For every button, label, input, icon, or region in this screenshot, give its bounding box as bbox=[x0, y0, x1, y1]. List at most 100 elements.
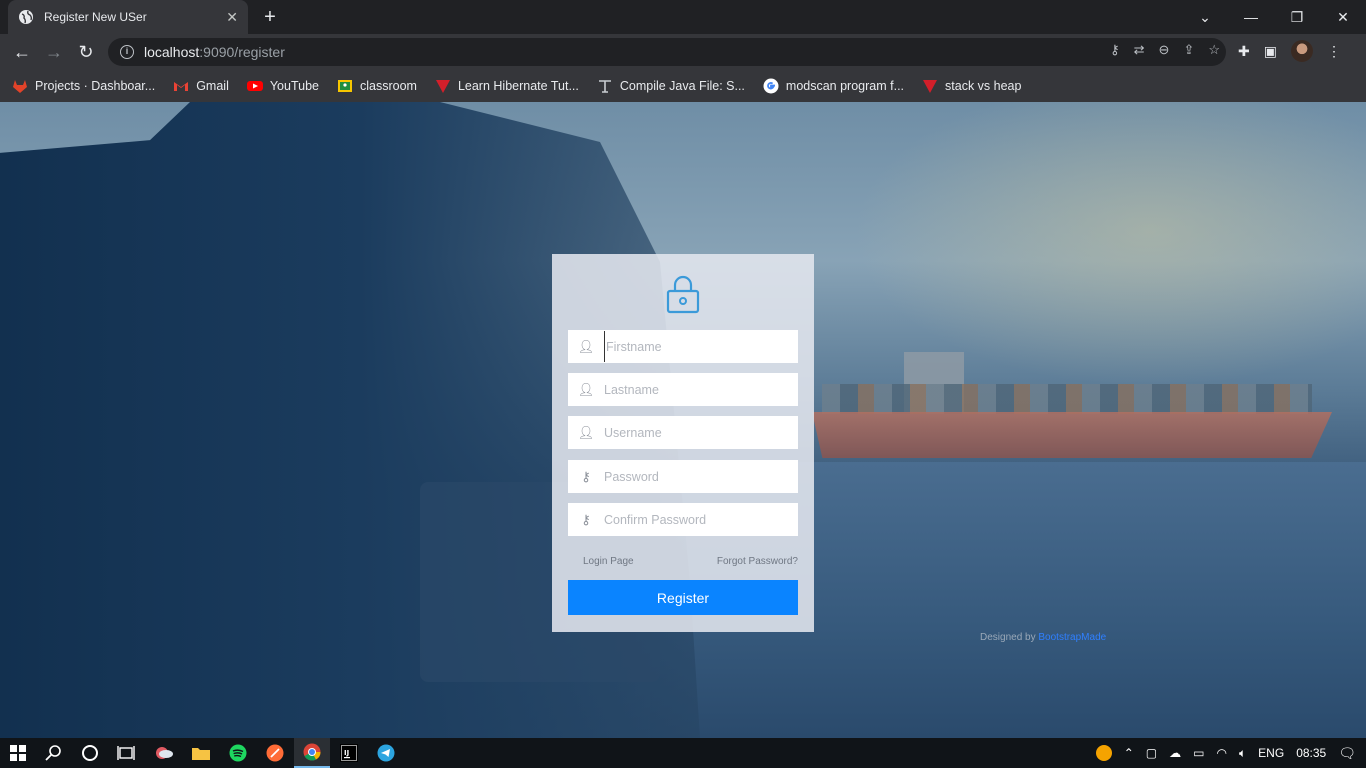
telegram-icon[interactable] bbox=[368, 738, 404, 768]
gitlab-icon bbox=[13, 80, 27, 93]
bookmark-item[interactable]: Compile Java File: S... bbox=[597, 78, 745, 94]
weather-app-icon[interactable] bbox=[146, 738, 182, 768]
confirm-password-field[interactable]: ⚷ bbox=[568, 503, 798, 536]
lock-icon bbox=[666, 275, 700, 314]
chevron-up-icon[interactable]: ⌃ bbox=[1124, 746, 1134, 760]
key-icon: ⚷ bbox=[581, 468, 591, 484]
system-tray: ⌃ ▢ ☁ ▭ ◠ 🔈︎ ENG 08:35 🗨︎ bbox=[1095, 738, 1366, 768]
credits: Designed by BootstrapMade bbox=[980, 632, 1106, 643]
browser-tab[interactable]: Register New USer ✕ bbox=[8, 0, 248, 34]
user-icon: 👤︎ bbox=[577, 424, 595, 440]
globe-icon bbox=[19, 10, 33, 24]
bookmark-label: classroom bbox=[359, 79, 417, 93]
url-path: :9090/register bbox=[199, 44, 285, 60]
bookmark-item[interactable]: Projects · Dashboar... bbox=[12, 78, 155, 94]
search-icon[interactable] bbox=[36, 738, 72, 768]
key-icon[interactable]: ⚷ bbox=[1110, 42, 1120, 58]
bookmark-label: Projects · Dashboar... bbox=[35, 79, 156, 93]
username-input[interactable] bbox=[604, 417, 798, 448]
postman-icon[interactable] bbox=[257, 738, 293, 768]
battery-icon[interactable]: ▭ bbox=[1193, 746, 1204, 760]
address-bar[interactable]: i localhost:9090/register ⚷ ⇄ ⊖ ⇪ ☆ bbox=[108, 38, 1226, 66]
bookmark-label: modscan program f... bbox=[785, 79, 905, 93]
intellij-icon[interactable]: IJ bbox=[331, 738, 367, 768]
site-info-icon[interactable]: i bbox=[120, 45, 134, 59]
bookmark-item[interactable]: YouTube bbox=[246, 78, 319, 94]
tab-close-icon[interactable]: ✕ bbox=[226, 9, 238, 26]
bookmark-label: Learn Hibernate Tut... bbox=[457, 79, 579, 93]
user-icon: 👤︎ bbox=[577, 381, 595, 397]
task-view-icon[interactable] bbox=[108, 738, 144, 768]
onedrive-icon[interactable]: ☁ bbox=[1169, 746, 1181, 760]
notification-orange-icon[interactable] bbox=[1095, 745, 1112, 761]
bookmarks-bar: Projects · Dashboar... Gmail YouTube cla… bbox=[0, 70, 1366, 102]
bookmark-item[interactable]: Learn Hibernate Tut... bbox=[435, 78, 579, 94]
share-icon[interactable]: ⇪ bbox=[1183, 42, 1194, 58]
form-links: Login Page Forgot Password? bbox=[583, 556, 798, 567]
lastname-field[interactable]: 👤︎ bbox=[568, 373, 798, 406]
bookmark-label: stack vs heap bbox=[945, 79, 1022, 93]
clock[interactable]: 08:35 bbox=[1296, 746, 1326, 760]
gmail-icon bbox=[174, 82, 189, 91]
youtube-icon bbox=[246, 81, 263, 91]
new-tab-icon[interactable]: + bbox=[258, 5, 282, 29]
menu-kebab-icon[interactable]: ⋮ bbox=[1327, 43, 1341, 60]
tab-title: Register New USer bbox=[44, 10, 147, 24]
wifi-icon[interactable]: ◠ bbox=[1216, 746, 1226, 760]
side-panel-icon[interactable]: ▣ bbox=[1264, 43, 1277, 60]
forward-icon[interactable]: → bbox=[42, 40, 66, 64]
action-center-icon[interactable]: 🗨︎ bbox=[1338, 745, 1356, 762]
tutorial-icon bbox=[923, 80, 938, 93]
text-icon bbox=[598, 80, 611, 93]
classroom-icon bbox=[337, 80, 352, 92]
bookmark-label: YouTube bbox=[269, 79, 319, 93]
windows-start-icon[interactable] bbox=[0, 738, 36, 768]
lastname-input[interactable] bbox=[604, 374, 798, 405]
bookmark-star-icon[interactable]: ☆ bbox=[1208, 42, 1220, 58]
firstname-input[interactable] bbox=[604, 331, 798, 362]
extensions-puzzle-icon[interactable]: ✚ bbox=[1238, 43, 1250, 60]
restore-icon[interactable]: ❐ bbox=[1274, 0, 1320, 34]
bookmark-item[interactable]: stack vs heap bbox=[922, 78, 1021, 94]
back-icon[interactable]: ← bbox=[10, 40, 34, 64]
bookmark-item[interactable]: classroom bbox=[337, 78, 417, 94]
login-page-link[interactable]: Login Page bbox=[583, 556, 634, 567]
file-explorer-icon[interactable] bbox=[183, 738, 219, 768]
user-icon: 👤︎ bbox=[577, 338, 595, 354]
meet-now-icon[interactable]: ▢ bbox=[1146, 746, 1157, 760]
minimize-icon[interactable]: — bbox=[1228, 0, 1274, 34]
language-indicator[interactable]: ENG bbox=[1258, 746, 1284, 760]
svg-text:IJ: IJ bbox=[344, 749, 349, 757]
cortana-icon[interactable] bbox=[72, 738, 108, 768]
password-field[interactable]: ⚷ bbox=[568, 460, 798, 493]
reload-icon[interactable]: ↻ bbox=[74, 40, 98, 64]
register-button[interactable]: Register bbox=[568, 580, 798, 615]
volume-icon[interactable]: 🔈︎ bbox=[1239, 746, 1246, 761]
profile-avatar[interactable] bbox=[1290, 40, 1313, 62]
tutorial-icon bbox=[435, 80, 450, 93]
url-host: localhost bbox=[144, 44, 200, 60]
close-window-icon[interactable]: ✕ bbox=[1320, 0, 1366, 34]
bootstrapmade-link[interactable]: BootstrapMade bbox=[1038, 632, 1106, 643]
bookmark-item[interactable]: modscan program f... bbox=[763, 78, 904, 94]
firstname-field[interactable]: 👤︎ bbox=[568, 330, 798, 363]
browser-toolbar: ← → ↻ i localhost:9090/register ⚷ ⇄ ⊖ ⇪ … bbox=[0, 34, 1366, 70]
password-input[interactable] bbox=[604, 461, 798, 492]
forgot-password-link[interactable]: Forgot Password? bbox=[717, 556, 798, 567]
spotify-icon[interactable] bbox=[220, 738, 256, 768]
chrome-taskbar-icon[interactable] bbox=[294, 738, 330, 768]
confirm-password-input[interactable] bbox=[604, 504, 798, 535]
cargo-ship-image bbox=[812, 352, 1332, 462]
translate-icon[interactable]: ⇄ bbox=[1134, 42, 1145, 58]
google-icon bbox=[763, 78, 779, 94]
bookmark-label: Compile Java File: S... bbox=[619, 79, 745, 93]
bookmark-item[interactable]: Gmail bbox=[173, 78, 229, 94]
tab-search-chevron-icon[interactable]: ⌄ bbox=[1182, 0, 1228, 34]
username-field[interactable]: 👤︎ bbox=[568, 416, 798, 449]
zoom-out-icon[interactable]: ⊖ bbox=[1159, 42, 1170, 58]
key-icon: ⚷ bbox=[581, 511, 591, 527]
credits-text: Designed by bbox=[980, 632, 1039, 643]
register-form-card: 👤︎ 👤︎ 👤︎ ⚷ ⚷ Login Page Forgot Password?… bbox=[552, 254, 814, 632]
taskbar: IJ ⌃ ▢ ☁ ▭ ◠ 🔈︎ ENG 08:35 🗨︎ bbox=[0, 738, 1366, 768]
browser-titlebar: Register New USer ✕ + ⌄ — ❐ ✕ bbox=[0, 0, 1366, 34]
